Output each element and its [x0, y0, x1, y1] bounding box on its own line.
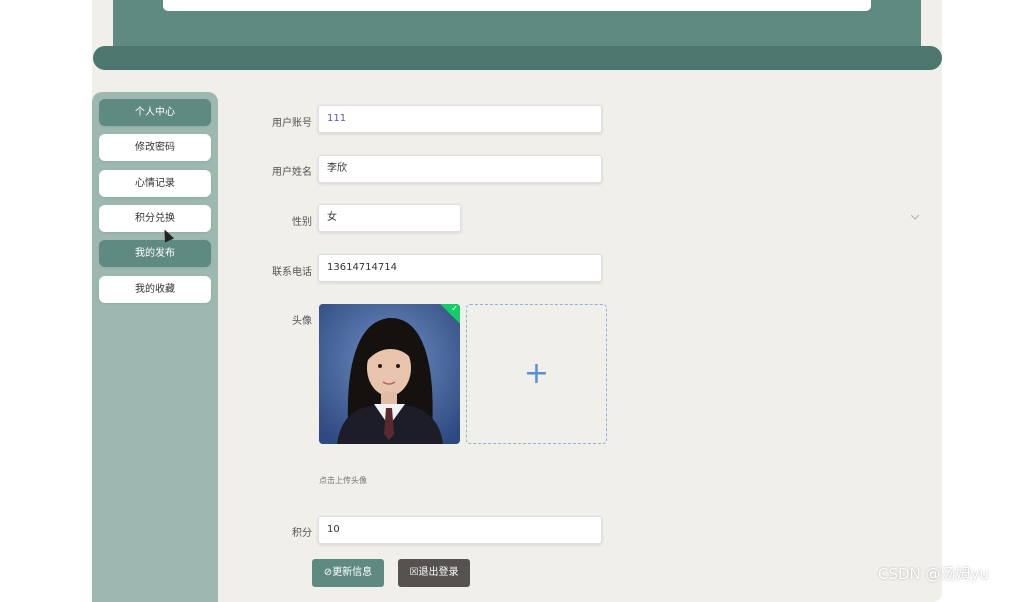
watermark: CSDN @汤姆yu: [878, 565, 989, 583]
name-label: 用户姓名: [272, 167, 312, 178]
update-info-button[interactable]: ⊘更新信息: [312, 559, 384, 587]
account-label: 用户账号: [272, 118, 312, 129]
header-bar: [93, 46, 942, 70]
sidebar: 个人中心 修改密码 心情记录 积分兑换 我的发布 我的收藏: [92, 92, 218, 602]
sidebar-item-mood-records[interactable]: 心情记录: [99, 170, 211, 197]
sidebar-item-personal-center[interactable]: 个人中心: [99, 99, 211, 126]
account-field[interactable]: 111: [318, 105, 602, 133]
avatar-upload-button[interactable]: +: [466, 304, 607, 444]
sidebar-item-my-favorites[interactable]: 我的收藏: [99, 276, 211, 303]
sidebar-item-my-posts[interactable]: 我的发布: [99, 240, 211, 267]
avatar-hint: 点击上传头像: [319, 476, 367, 485]
points-label: 积分: [292, 528, 312, 539]
gender-select[interactable]: 女: [318, 204, 461, 232]
header-banner-inner: [163, 0, 871, 11]
name-field[interactable]: 李欣: [318, 155, 602, 183]
logout-button[interactable]: ☒退出登录: [398, 559, 470, 587]
avatar-photo: [319, 304, 460, 444]
points-field[interactable]: 10: [318, 516, 602, 544]
sidebar-item-points-exchange[interactable]: 积分兑换: [99, 205, 211, 232]
update-info-label: 更新信息: [332, 567, 373, 578]
logout-label: 退出登录: [418, 567, 459, 578]
avatar-image[interactable]: ✓: [319, 304, 460, 444]
gender-label: 性别: [292, 217, 312, 228]
phone-field[interactable]: 13614714714: [318, 254, 602, 282]
sidebar-item-change-password[interactable]: 修改密码: [99, 134, 211, 161]
plus-icon: +: [523, 356, 550, 391]
avatar-label: 头像: [292, 316, 312, 327]
check-icon: ✓: [451, 304, 458, 313]
chevron-down-icon[interactable]: [908, 211, 922, 225]
check-circle-icon: ⊘: [323, 567, 333, 578]
phone-label: 联系电话: [272, 267, 312, 278]
